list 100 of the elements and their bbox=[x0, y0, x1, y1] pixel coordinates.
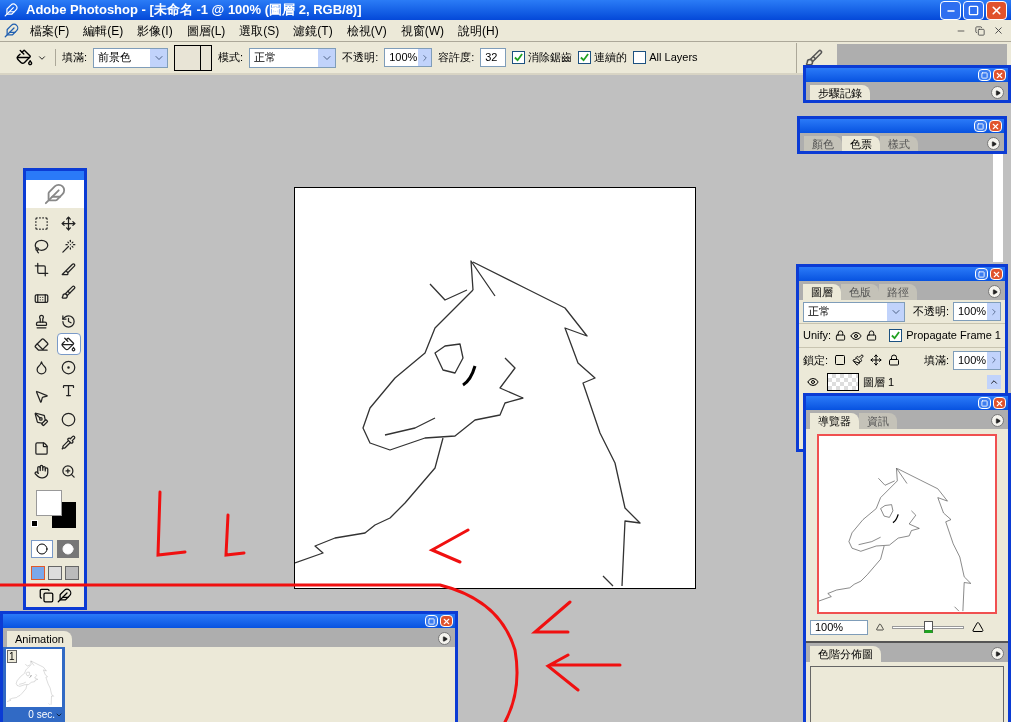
checkbox[interactable] bbox=[633, 51, 647, 64]
palette-well-icon[interactable] bbox=[805, 48, 823, 67]
checkbox-label[interactable]: Propagate Frame 1 bbox=[906, 327, 1001, 344]
panel-tab[interactable]: 色票 bbox=[842, 136, 880, 151]
panel-menu-button[interactable] bbox=[991, 86, 1004, 99]
menu-item[interactable]: 濾鏡(T) bbox=[286, 21, 340, 40]
slider-thumb[interactable] bbox=[924, 620, 933, 633]
checkbox-label[interactable]: 消除鋸齒 bbox=[528, 49, 573, 66]
panel-menu-button[interactable] bbox=[438, 632, 451, 645]
number-field[interactable]: 100% bbox=[953, 302, 1001, 321]
menu-item[interactable]: 檔案(F) bbox=[23, 21, 77, 40]
close-button[interactable] bbox=[993, 397, 1006, 409]
maximize-button[interactable] bbox=[425, 615, 438, 627]
maximize-icon bbox=[981, 71, 988, 79]
animation-frame[interactable]: 1 0 sec. bbox=[3, 647, 65, 722]
panel-tab[interactable]: 色版 bbox=[841, 284, 879, 300]
number-field[interactable]: 100% bbox=[953, 350, 1001, 370]
jump-to-icon[interactable] bbox=[38, 588, 54, 603]
close-icon bbox=[991, 121, 1000, 131]
panel-tab[interactable]: 圖層 bbox=[803, 284, 841, 300]
play-arrow-icon bbox=[990, 140, 997, 147]
layer-thumbnail bbox=[827, 373, 859, 391]
magic-wand-icon bbox=[61, 238, 76, 254]
maximize-button[interactable] bbox=[978, 397, 991, 409]
close-button[interactable] bbox=[440, 615, 453, 627]
marquee-icon bbox=[34, 215, 49, 231]
panel-menu-button[interactable] bbox=[987, 137, 1000, 150]
layer-name[interactable]: 圖層 1 bbox=[863, 373, 895, 391]
fill-label: 填滿: bbox=[62, 50, 88, 66]
lock-icon[interactable] bbox=[835, 330, 847, 341]
lock-icon[interactable] bbox=[866, 330, 878, 341]
menu-item[interactable]: 說明(H) bbox=[451, 21, 506, 40]
menu-item[interactable]: 檢視(V) bbox=[339, 21, 394, 40]
play-arrow-icon bbox=[994, 650, 1001, 657]
feather-icon bbox=[56, 588, 72, 603]
maximize-button[interactable] bbox=[963, 0, 984, 20]
checkbox-label[interactable]: All Layers bbox=[649, 49, 698, 66]
checkbox-label[interactable]: 連續的 bbox=[594, 49, 628, 66]
fill-label: 填滿: bbox=[923, 352, 949, 368]
eye-icon[interactable] bbox=[807, 376, 819, 388]
maximize-icon bbox=[428, 617, 435, 625]
move-icon bbox=[61, 215, 76, 231]
close-button[interactable] bbox=[986, 0, 1007, 20]
panel-tab[interactable]: 導覽器 bbox=[810, 413, 859, 429]
move-lock-icon[interactable] bbox=[870, 354, 883, 366]
tolerance-label: 容許度: bbox=[438, 50, 475, 66]
panel-tab[interactable]: Animation bbox=[7, 631, 72, 647]
brush-lock-icon[interactable] bbox=[852, 354, 865, 366]
hand-icon bbox=[34, 463, 49, 479]
paint-bucket-icon[interactable] bbox=[16, 49, 33, 66]
menu-item[interactable]: 編輯(E) bbox=[76, 21, 131, 40]
brush-icon bbox=[61, 284, 76, 300]
quick-mask-button[interactable] bbox=[57, 540, 79, 558]
panel-tab[interactable]: 路徑 bbox=[879, 284, 917, 300]
dropdown[interactable]: 正常 bbox=[249, 47, 337, 68]
menu-item[interactable]: 影像(I) bbox=[130, 21, 180, 40]
arrow-pointer-icon bbox=[34, 388, 49, 404]
close-button[interactable] bbox=[990, 268, 1003, 280]
zoom-field[interactable]: 100% bbox=[810, 619, 868, 635]
eye-lock-icon[interactable] bbox=[850, 329, 863, 342]
number-field[interactable]: 100% bbox=[384, 48, 433, 67]
maximize-button[interactable] bbox=[974, 120, 987, 132]
panel-tab[interactable]: 樣式 bbox=[880, 136, 918, 151]
menu-item[interactable]: 視窗(W) bbox=[393, 21, 451, 40]
checkbox[interactable] bbox=[578, 51, 592, 64]
pattern-picker[interactable] bbox=[174, 44, 213, 71]
scroll-up-icon[interactable] bbox=[989, 377, 999, 387]
window-title: Adobe Photoshop - [未命名 -1 @ 100% (圖層 2, RGB/8)] bbox=[26, 1, 362, 20]
maximize-button[interactable] bbox=[978, 69, 991, 81]
close-button[interactable] bbox=[993, 69, 1006, 81]
circle-icon bbox=[36, 543, 48, 555]
zoom-out-icon[interactable] bbox=[876, 623, 884, 631]
toolbox-title-bar bbox=[26, 171, 84, 180]
standard-mode-button[interactable] bbox=[31, 540, 53, 558]
tool-button[interactable] bbox=[56, 333, 81, 355]
checker-lock-icon[interactable] bbox=[834, 354, 847, 366]
dropdown[interactable]: 正常 bbox=[803, 301, 905, 322]
checkbox[interactable] bbox=[512, 51, 526, 64]
screen-mode-button[interactable] bbox=[65, 566, 79, 580]
screen-mode-button[interactable] bbox=[48, 566, 62, 580]
panel-menu-button[interactable] bbox=[991, 414, 1004, 427]
play-arrow-icon bbox=[994, 417, 1001, 424]
menu-item[interactable]: 圖層(L) bbox=[179, 21, 233, 40]
panel-menu-button[interactable] bbox=[991, 647, 1004, 660]
frame-delay[interactable]: 0 sec. bbox=[28, 707, 55, 722]
panel-tab[interactable]: 色階分佈圖 bbox=[810, 646, 881, 662]
panel-tab[interactable]: 顏色 bbox=[804, 136, 842, 151]
close-button[interactable] bbox=[989, 120, 1002, 132]
close-icon bbox=[995, 70, 1004, 80]
checkbox[interactable] bbox=[889, 329, 903, 342]
minimize-button[interactable] bbox=[940, 0, 961, 20]
panel-tab[interactable]: 步驟記錄 bbox=[810, 85, 870, 100]
tolerance-field[interactable]: 32 bbox=[480, 48, 507, 67]
dropdown[interactable]: 前景色 bbox=[93, 47, 169, 68]
zoom-in-icon[interactable] bbox=[972, 621, 984, 633]
lock-icon[interactable] bbox=[888, 354, 901, 366]
panel-menu-button[interactable] bbox=[988, 285, 1001, 298]
panel-tab[interactable]: 資訊 bbox=[859, 413, 897, 429]
maximize-button[interactable] bbox=[975, 268, 988, 280]
menu-item[interactable]: 選取(S) bbox=[232, 21, 287, 40]
